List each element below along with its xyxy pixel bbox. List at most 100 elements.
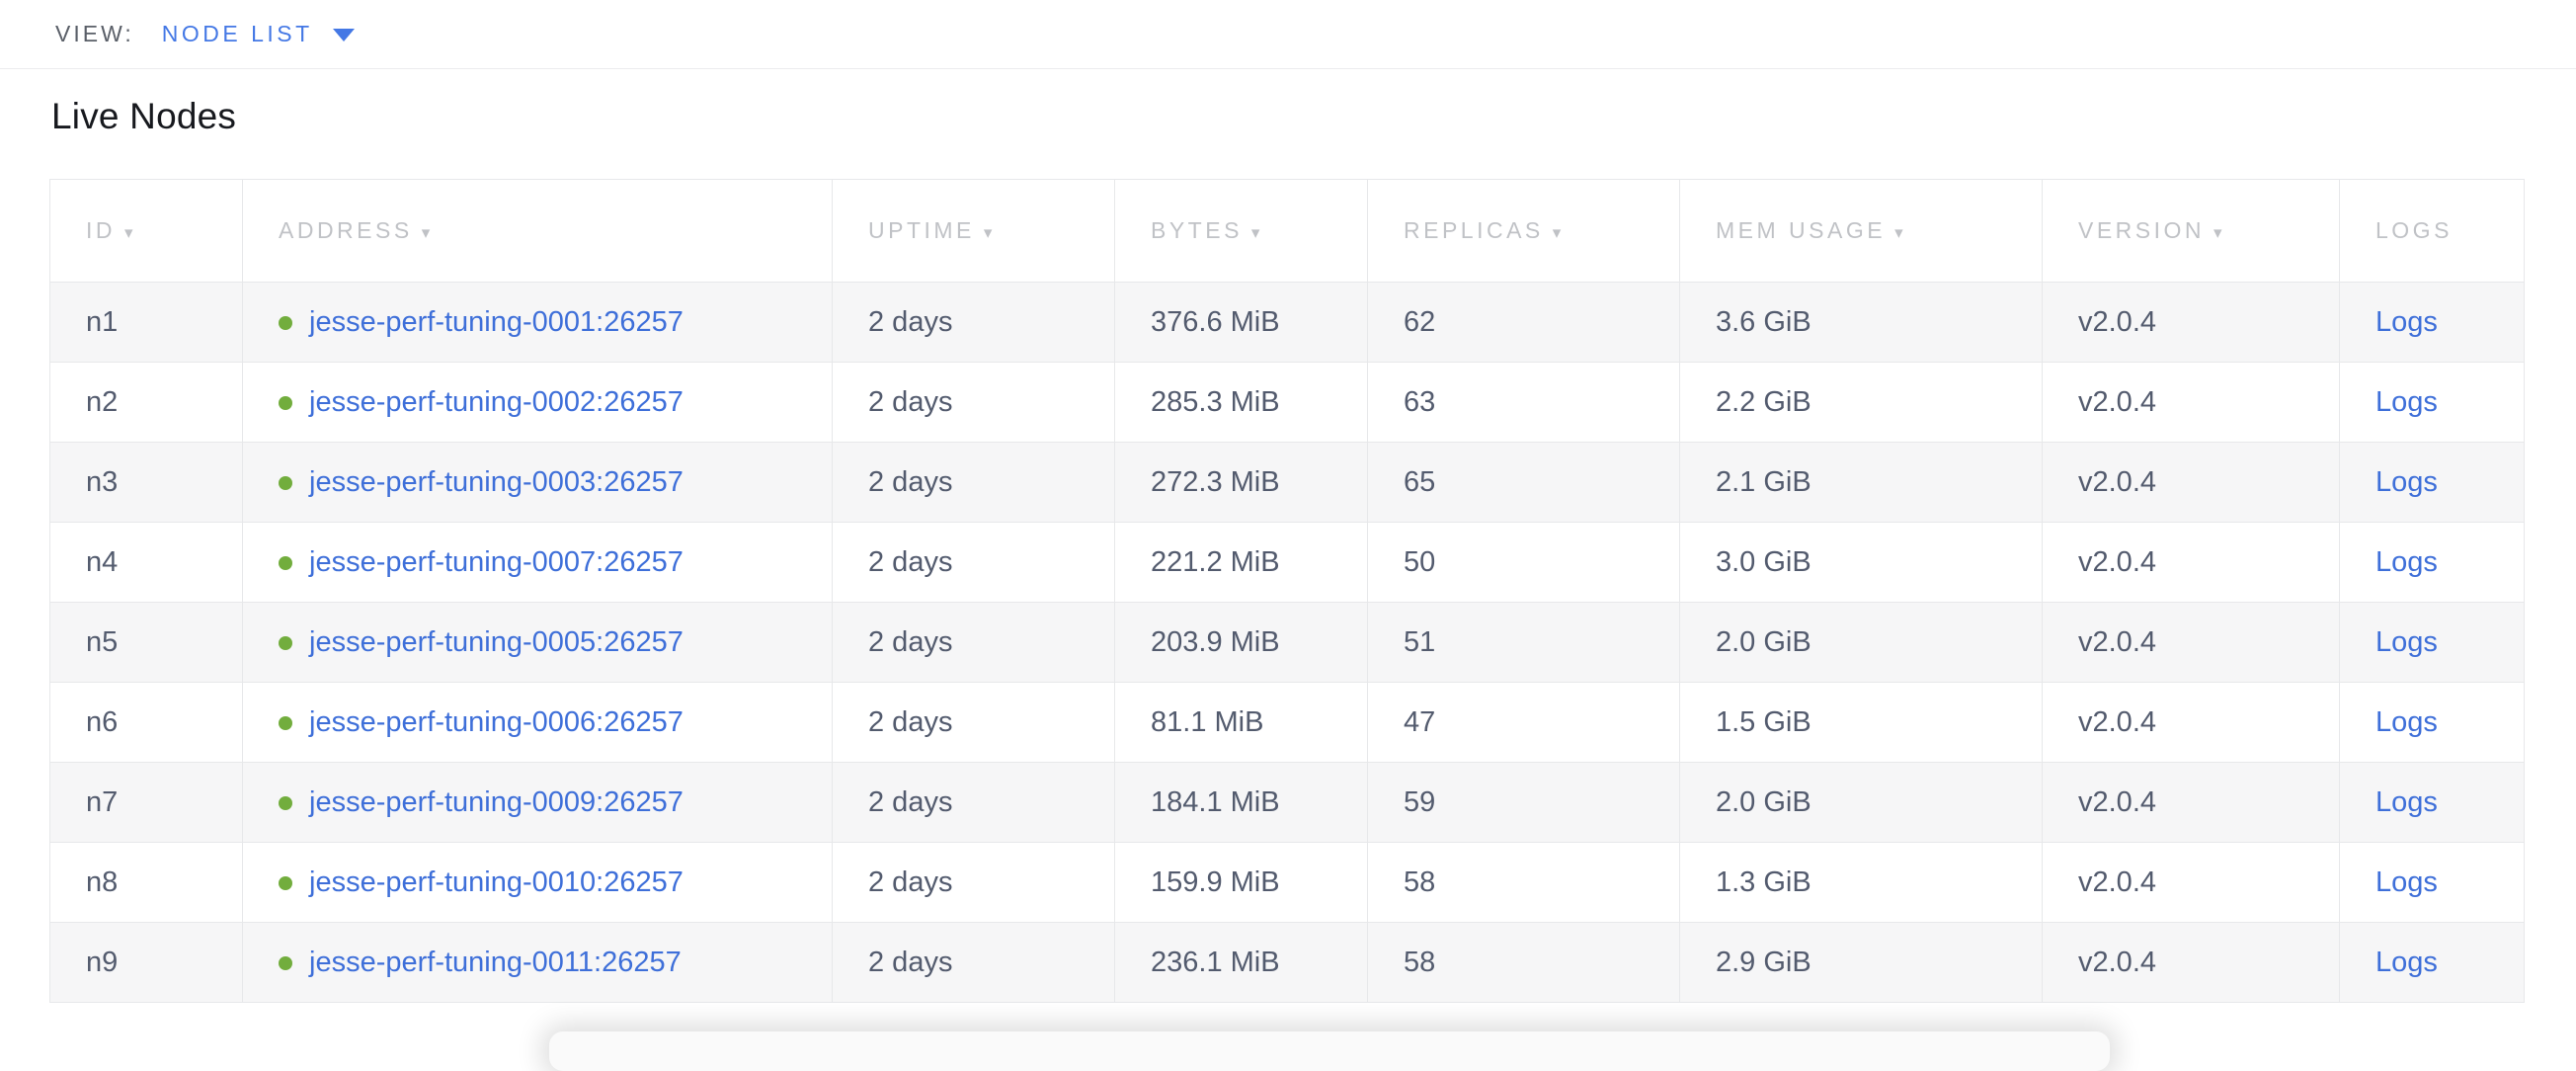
table-row: n2 jesse-perf-tuning-0002:26257 2 days 2… [50, 363, 2525, 443]
node-bytes: 272.3 MiB [1151, 466, 1280, 498]
node-logs-link[interactable]: Logs [2375, 546, 2438, 578]
node-mem-usage: 3.6 GiB [1716, 306, 1811, 338]
column-header-uptime[interactable]: UPTIME▾ [833, 180, 1115, 283]
live-status-icon [279, 396, 292, 410]
table-row: n6 jesse-perf-tuning-0006:26257 2 days 8… [50, 683, 2525, 763]
node-version: v2.0.4 [2078, 706, 2156, 738]
node-logs-link[interactable]: Logs [2375, 947, 2438, 978]
table-row: n5 jesse-perf-tuning-0005:26257 2 days 2… [50, 603, 2525, 683]
node-address-link[interactable]: jesse-perf-tuning-0002:26257 [309, 386, 684, 418]
node-version: v2.0.4 [2078, 866, 2156, 898]
node-uptime: 2 days [868, 386, 952, 418]
node-version: v2.0.4 [2078, 626, 2156, 658]
node-logs-link[interactable]: Logs [2375, 386, 2438, 418]
node-id: n2 [86, 386, 118, 418]
node-address-link[interactable]: jesse-perf-tuning-0010:26257 [309, 866, 684, 898]
column-header-bytes[interactable]: BYTES▾ [1115, 180, 1368, 283]
node-uptime: 2 days [868, 306, 952, 338]
next-section-shadow [549, 1031, 2110, 1071]
sort-arrow-icon: ▾ [1894, 223, 1903, 242]
node-id: n3 [86, 466, 118, 498]
node-logs-link[interactable]: Logs [2375, 866, 2438, 898]
node-version: v2.0.4 [2078, 947, 2156, 978]
node-mem-usage: 2.2 GiB [1716, 386, 1811, 418]
node-uptime: 2 days [868, 626, 952, 658]
view-selector-dropdown[interactable]: NODE LIST [162, 21, 355, 47]
node-replicas: 59 [1404, 786, 1435, 818]
sort-arrow-icon: ▾ [1251, 223, 1260, 242]
table-row: n3 jesse-perf-tuning-0003:26257 2 days 2… [50, 443, 2525, 523]
sort-arrow-icon: ▾ [984, 223, 993, 242]
node-id: n9 [86, 947, 118, 978]
table-row: n1 jesse-perf-tuning-0001:26257 2 days 3… [50, 283, 2525, 363]
node-version: v2.0.4 [2078, 306, 2156, 338]
node-logs-link[interactable]: Logs [2375, 466, 2438, 498]
chevron-down-icon [333, 29, 355, 41]
node-mem-usage: 1.3 GiB [1716, 866, 1811, 898]
live-status-icon [279, 956, 292, 970]
node-table-body: n1 jesse-perf-tuning-0001:26257 2 days 3… [50, 283, 2525, 1003]
column-header-version[interactable]: VERSION▾ [2043, 180, 2340, 283]
node-mem-usage: 2.1 GiB [1716, 466, 1811, 498]
sort-arrow-icon: ▾ [422, 223, 431, 242]
live-nodes-section: Live Nodes ID▾ ADDRESS▾ UPTIME▾ BYTES▾ R… [0, 96, 2576, 1003]
node-replicas: 62 [1404, 306, 1435, 338]
live-status-icon [279, 556, 292, 570]
node-mem-usage: 1.5 GiB [1716, 706, 1811, 738]
column-header-address[interactable]: ADDRESS▾ [243, 180, 833, 283]
node-bytes: 236.1 MiB [1151, 947, 1280, 978]
node-uptime: 2 days [868, 546, 952, 578]
node-uptime: 2 days [868, 466, 952, 498]
table-row: n9 jesse-perf-tuning-0011:26257 2 days 2… [50, 923, 2525, 1003]
live-status-icon [279, 476, 292, 490]
node-replicas: 58 [1404, 866, 1435, 898]
column-header-id[interactable]: ID▾ [50, 180, 243, 283]
node-logs-link[interactable]: Logs [2375, 706, 2438, 738]
node-mem-usage: 2.0 GiB [1716, 626, 1811, 658]
node-mem-usage: 2.9 GiB [1716, 947, 1811, 978]
table-row: n8 jesse-perf-tuning-0010:26257 2 days 1… [50, 843, 2525, 923]
node-logs-link[interactable]: Logs [2375, 786, 2438, 818]
node-address-link[interactable]: jesse-perf-tuning-0005:26257 [309, 626, 684, 658]
view-label: VIEW: [55, 21, 134, 47]
node-version: v2.0.4 [2078, 546, 2156, 578]
live-status-icon [279, 716, 292, 730]
column-header-logs: LOGS [2340, 180, 2525, 283]
node-replicas: 51 [1404, 626, 1435, 658]
node-address-link[interactable]: jesse-perf-tuning-0003:26257 [309, 466, 684, 498]
table-header-row: ID▾ ADDRESS▾ UPTIME▾ BYTES▾ REPLICAS▾ ME… [50, 180, 2525, 283]
live-status-icon [279, 316, 292, 330]
sort-arrow-icon: ▾ [124, 223, 133, 242]
node-bytes: 184.1 MiB [1151, 786, 1280, 818]
node-id: n5 [86, 626, 118, 658]
node-logs-link[interactable]: Logs [2375, 306, 2438, 338]
sort-arrow-icon: ▾ [2214, 223, 2222, 242]
node-address-link[interactable]: jesse-perf-tuning-0006:26257 [309, 706, 684, 738]
node-replicas: 50 [1404, 546, 1435, 578]
node-address-link[interactable]: jesse-perf-tuning-0007:26257 [309, 546, 684, 578]
node-id: n6 [86, 706, 118, 738]
node-address-link[interactable]: jesse-perf-tuning-0001:26257 [309, 306, 684, 338]
node-bytes: 159.9 MiB [1151, 866, 1280, 898]
live-nodes-table: ID▾ ADDRESS▾ UPTIME▾ BYTES▾ REPLICAS▾ ME… [49, 179, 2525, 1003]
column-header-replicas[interactable]: REPLICAS▾ [1368, 180, 1680, 283]
node-replicas: 65 [1404, 466, 1435, 498]
node-version: v2.0.4 [2078, 466, 2156, 498]
node-mem-usage: 3.0 GiB [1716, 546, 1811, 578]
table-row: n4 jesse-perf-tuning-0007:26257 2 days 2… [50, 523, 2525, 603]
node-uptime: 2 days [868, 706, 952, 738]
node-id: n7 [86, 786, 118, 818]
live-status-icon [279, 876, 292, 890]
node-logs-link[interactable]: Logs [2375, 626, 2438, 658]
table-row: n7 jesse-perf-tuning-0009:26257 2 days 1… [50, 763, 2525, 843]
node-bytes: 81.1 MiB [1151, 706, 1263, 738]
node-id: n8 [86, 866, 118, 898]
view-bar: VIEW: NODE LIST [0, 0, 2576, 69]
node-address-link[interactable]: jesse-perf-tuning-0009:26257 [309, 786, 684, 818]
node-address-link[interactable]: jesse-perf-tuning-0011:26257 [309, 947, 682, 978]
column-header-mem_usage[interactable]: MEM USAGE▾ [1680, 180, 2043, 283]
node-uptime: 2 days [868, 947, 952, 978]
node-uptime: 2 days [868, 866, 952, 898]
node-bytes: 285.3 MiB [1151, 386, 1280, 418]
live-status-icon [279, 636, 292, 650]
